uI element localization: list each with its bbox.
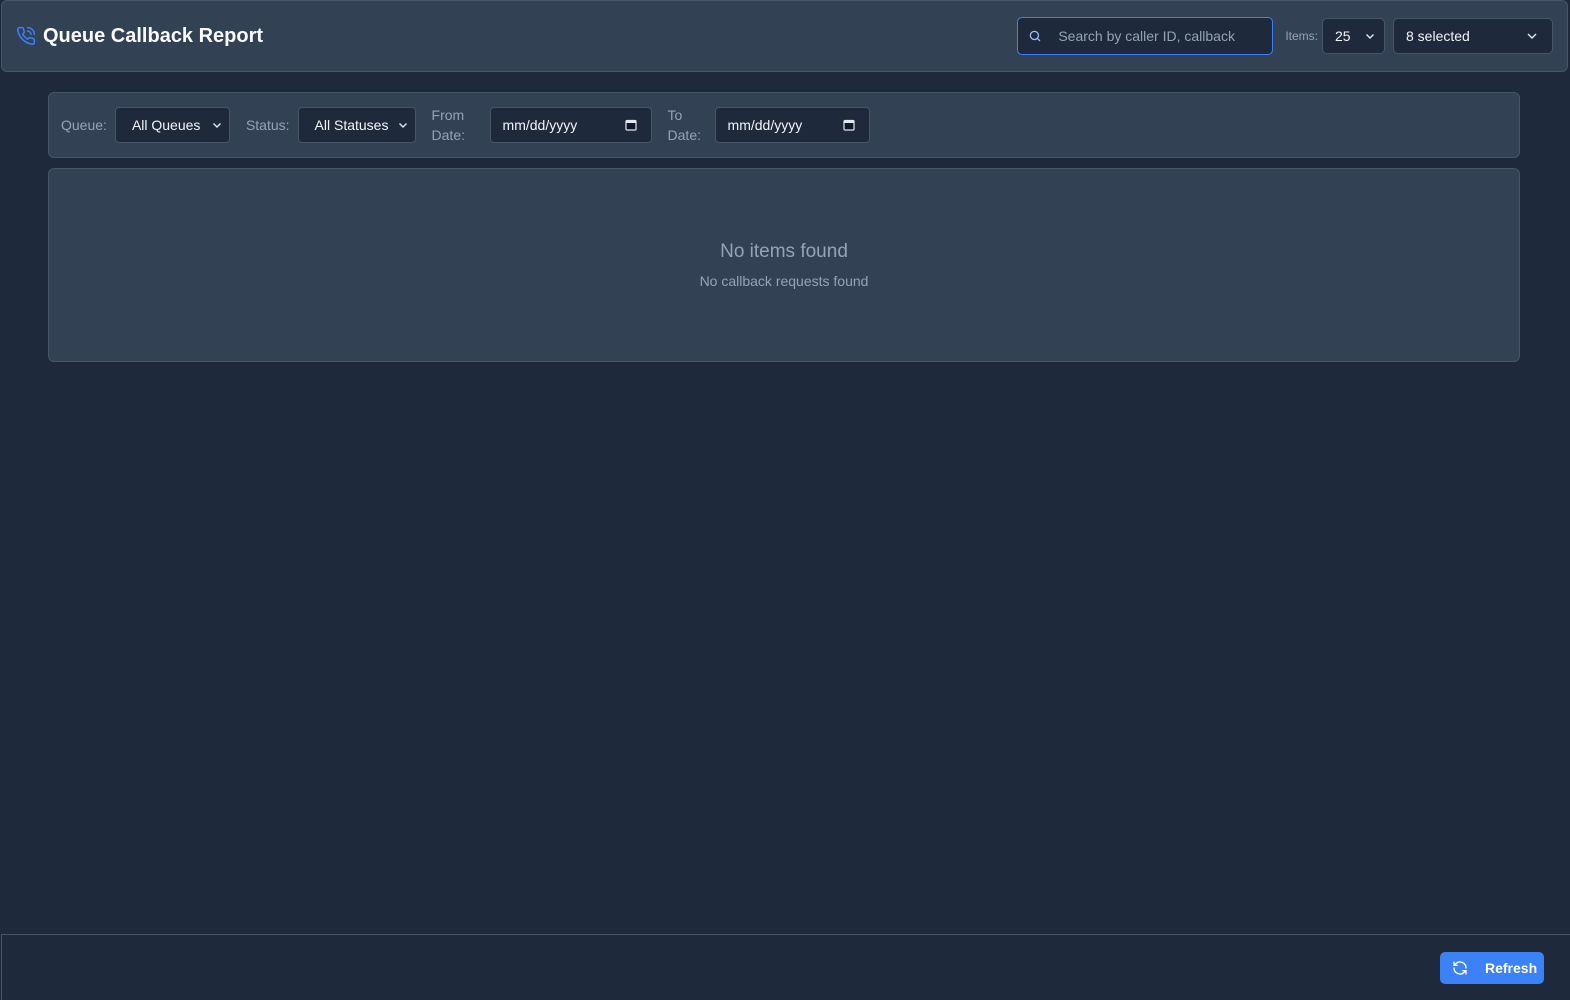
- from-date-label-line-2: Date:: [431, 127, 465, 143]
- refresh-button-label: Refresh: [1485, 960, 1538, 976]
- to-date-label-line-2: Date:: [667, 127, 701, 143]
- header-controls: Items: 25 8 selected: [1017, 17, 1553, 55]
- page-footer: Refresh: [1, 934, 1570, 1000]
- queue-filter-select[interactable]: All Queues: [114, 107, 230, 143]
- chevron-down-icon: [397, 119, 409, 131]
- items-per-page-value: 25: [1335, 28, 1351, 44]
- from-date-label-line-1: From: [431, 107, 465, 123]
- status-filter-select[interactable]: All Statuses: [297, 107, 416, 143]
- to-date-input[interactable]: mm/dd/yyyy: [714, 107, 870, 143]
- to-date-label-line-1: To: [667, 107, 683, 123]
- filter-bar: Queue: All Queues Status: All Statuses F…: [48, 92, 1520, 158]
- empty-state-title: No items found: [720, 241, 848, 262]
- columns-select-value: 8 selected: [1406, 28, 1470, 44]
- from-date-label: From Date:: [432, 105, 482, 145]
- queue-filter-value: All Queues: [131, 117, 201, 133]
- search-icon: [1028, 29, 1042, 43]
- page-title: Queue Callback Report: [43, 24, 264, 47]
- from-date-placeholder: mm/dd/yyyy: [502, 117, 578, 133]
- chevron-down-icon: [1364, 30, 1376, 42]
- page-header: Queue Callback Report Items: 25 8 select…: [1, 0, 1568, 72]
- queue-filter-label: Queue:: [61, 117, 107, 133]
- phone-callback-icon: [16, 26, 36, 46]
- calendar-icon[interactable]: [624, 119, 637, 131]
- status-filter-value: All Statuses: [314, 117, 389, 133]
- items-label: Items:: [1285, 29, 1318, 43]
- columns-select[interactable]: 8 selected: [1393, 18, 1553, 54]
- chevron-down-icon: [211, 119, 223, 131]
- refresh-icon: [1452, 960, 1468, 976]
- to-date-label: To Date:: [668, 105, 707, 145]
- refresh-button[interactable]: Refresh: [1440, 952, 1544, 984]
- from-date-input[interactable]: mm/dd/yyyy: [489, 107, 652, 143]
- search-input[interactable]: [1058, 28, 1259, 44]
- calendar-icon[interactable]: [842, 119, 855, 131]
- empty-state-panel: No items found No callback requests foun…: [48, 168, 1520, 362]
- items-per-page-select[interactable]: 25: [1322, 18, 1385, 54]
- empty-state-subtitle: No callback requests found: [699, 273, 869, 289]
- to-date-placeholder: mm/dd/yyyy: [727, 117, 803, 133]
- search-box[interactable]: [1017, 17, 1274, 55]
- chevron-down-icon: [1526, 30, 1538, 42]
- status-filter-label: Status:: [245, 117, 290, 133]
